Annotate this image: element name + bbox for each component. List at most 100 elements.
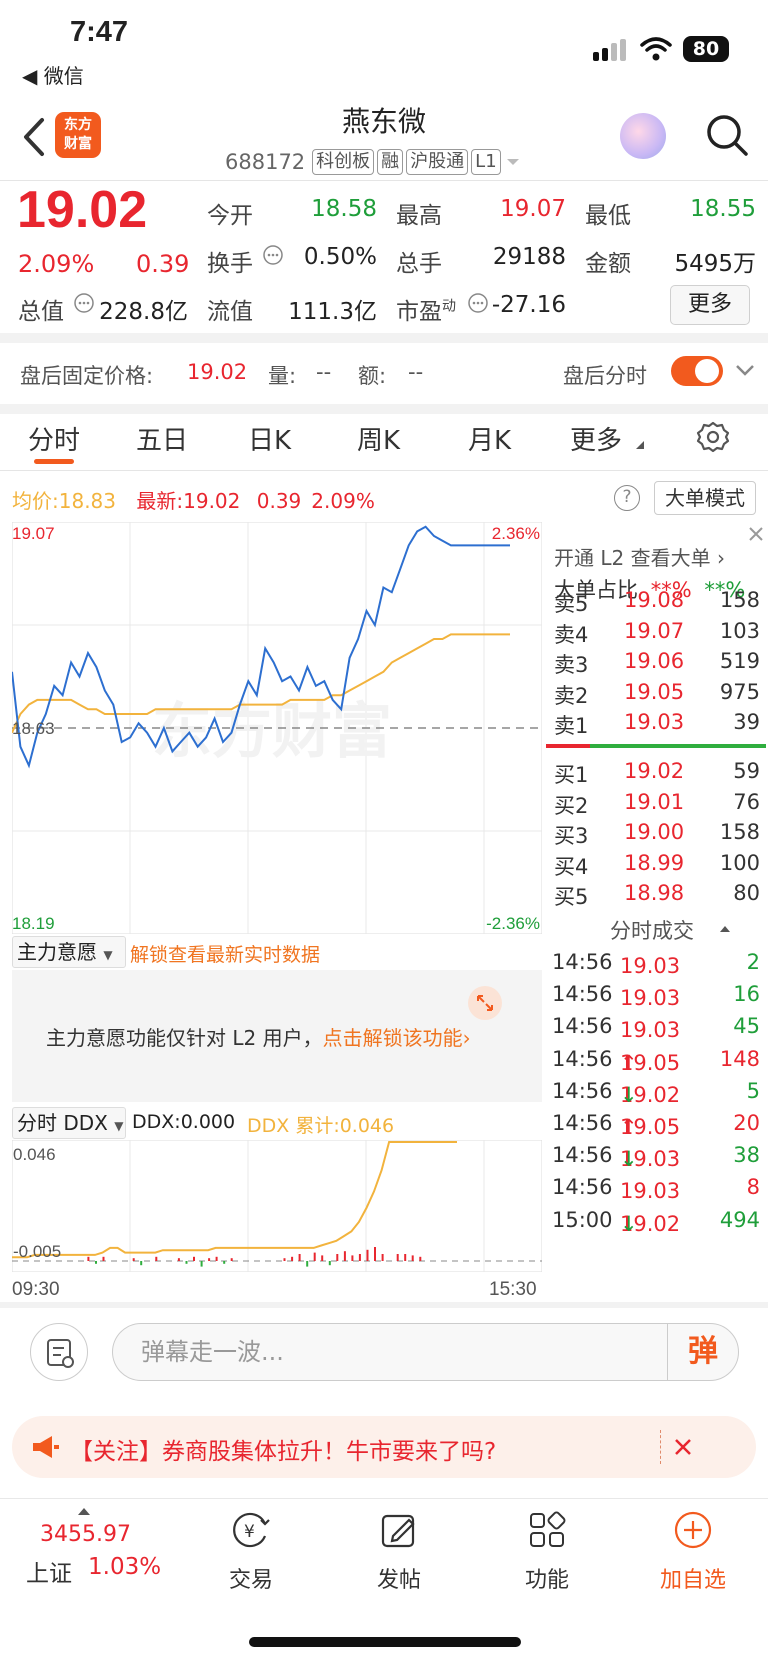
ddx-bar <box>291 1256 294 1261</box>
signal-icon <box>593 39 626 61</box>
x-axis-start: 09:30 <box>12 1279 60 1300</box>
tick-row: 14:56 19.03 ↓ 38 <box>552 1143 760 1172</box>
help-icon[interactable]: ? <box>614 485 640 511</box>
back-to-app-link[interactable]: ◀ 微信 <box>22 60 84 89</box>
tick-row: 14:56 19.03 16 <box>552 982 760 1011</box>
tab-monthly-k[interactable]: 月K <box>468 420 511 457</box>
asks-row[interactable]: 卖2 19.05 975 <box>544 676 768 708</box>
info-dots-icon[interactable] <box>73 292 95 314</box>
index-value[interactable]: 3455.97 <box>40 1522 131 1547</box>
caret-up-icon[interactable] <box>719 924 731 934</box>
tick-volume: 16 <box>733 982 760 1007</box>
ddx-axis-bottom: -0.005 <box>13 1242 61 1261</box>
big-order-mode-button[interactable]: 大单模式 <box>654 481 756 515</box>
asks-row[interactable]: 卖4 19.07 103 <box>544 615 768 647</box>
tab-weekly-k[interactable]: 周K <box>357 420 400 457</box>
ddx-bar <box>155 1256 158 1261</box>
ah-toggle-label: 盘后分时 <box>563 364 647 388</box>
change-percent: 2.09% <box>18 250 95 278</box>
stock-code: 688172 <box>225 150 306 174</box>
asks-row[interactable]: 卖5 19.08 158 <box>544 584 768 616</box>
asks-volume: 158 <box>719 588 760 612</box>
change-amount: 0.39 <box>136 250 190 278</box>
total-value: 228.8亿 <box>99 299 188 325</box>
bids-row[interactable]: 买3 19.00 158 <box>544 816 768 848</box>
bids-row[interactable]: 买1 19.02 59 <box>544 755 768 787</box>
y-axis-mid: 18.63 <box>12 719 55 738</box>
notice-text[interactable]: 【关注】券商股集体拉升！牛市要来了吗? <box>70 1432 496 1466</box>
ddx-bar <box>366 1249 369 1261</box>
y-axis-top: 19.07 <box>12 524 55 543</box>
x-axis-end: 15:30 <box>489 1279 537 1300</box>
asks-level: 卖2 <box>554 683 589 708</box>
ah-volume: -- <box>316 360 332 384</box>
tick-volume: 5 <box>746 1078 760 1103</box>
bids-row[interactable]: 买5 18.98 80 <box>544 877 768 909</box>
main-force-header: 主力意愿 ▼ 解锁查看最新实时数据 <box>12 936 542 970</box>
notice-banner[interactable]: 【关注】券商股集体拉升！牛市要来了吗? <box>12 1416 756 1478</box>
nav-add-watchlist[interactable]: 加自选 <box>628 1510 758 1594</box>
unlock-realtime-link[interactable]: 解锁查看最新实时数据 <box>130 940 320 967</box>
home-indicator <box>249 1637 521 1647</box>
ddx-bar <box>298 1254 301 1261</box>
open-label: 今开 <box>207 203 253 229</box>
intraday-chart[interactable]: 东方财富 19.07 18.63 18.19 2.36% -2.36% <box>12 522 542 934</box>
bids-row[interactable]: 买2 19.01 76 <box>544 786 768 818</box>
caret-down-icon[interactable] <box>504 155 522 169</box>
nav-trade[interactable]: ¥ 交易 <box>186 1510 316 1594</box>
turnover-value: 0.50% <box>303 244 377 270</box>
asks-row[interactable]: 卖3 19.06 519 <box>544 645 768 677</box>
chevron-down-icon[interactable] <box>734 362 756 378</box>
pe-label: 市盈动 <box>396 298 456 325</box>
notes-button[interactable] <box>30 1323 88 1381</box>
total-value-label: 总值 <box>18 299 64 325</box>
close-icon[interactable] <box>672 1436 694 1458</box>
tick-time: 14:56 <box>552 1175 613 1200</box>
bids-price: 18.99 <box>624 850 685 875</box>
asks-volume: 519 <box>719 649 760 673</box>
tab-intraday[interactable]: 分时 <box>28 420 80 457</box>
tick-time: 14:56 <box>552 982 613 1007</box>
main-force-selector[interactable]: 主力意愿 ▼ <box>12 936 126 968</box>
tick-time: 14:56 <box>552 1111 613 1135</box>
battery-icon: 80 <box>683 36 729 62</box>
bids-level: 买1 <box>554 763 589 787</box>
high-label: 最高 <box>396 203 442 229</box>
tab-five-day[interactable]: 五日 <box>136 420 188 457</box>
info-dots-icon[interactable] <box>262 244 284 266</box>
nav-functions[interactable]: 功能 <box>482 1510 612 1594</box>
danmaku-send-button[interactable]: 弹 <box>667 1323 739 1381</box>
low-value: 18.55 <box>690 196 756 222</box>
l2-promo-link[interactable]: 开通 L2 查看大单 › <box>554 542 725 571</box>
tick-volume: 38 <box>733 1143 760 1168</box>
bids-volume: 158 <box>719 820 760 844</box>
ddx-bar <box>381 1254 384 1261</box>
tab-daily-k[interactable]: 日K <box>248 420 291 457</box>
bids-row[interactable]: 买4 18.99 100 <box>544 847 768 879</box>
tab-more[interactable]: 更多 <box>570 420 622 457</box>
index-name[interactable]: 上证 <box>26 1554 72 1588</box>
ddx-selector[interactable]: 分时 DDX ▼ <box>12 1107 126 1139</box>
assistant-avatar[interactable] <box>620 113 666 159</box>
info-dots-icon[interactable] <box>467 292 489 314</box>
ddx-bar <box>230 1258 233 1261</box>
ddx-bar <box>185 1261 188 1264</box>
tick-volume: 148 <box>719 1046 760 1071</box>
asks-row[interactable]: 卖1 19.03 39 <box>544 706 768 738</box>
nav-post[interactable]: 发帖 <box>334 1510 464 1594</box>
float-value: 111.3亿 <box>288 299 377 325</box>
bids-price: 19.01 <box>624 789 685 814</box>
asks-level: 卖4 <box>554 622 589 647</box>
more-quote-button[interactable]: 更多 <box>670 285 750 325</box>
ddx-chart[interactable]: 0.046 -0.005 <box>12 1140 542 1272</box>
unlock-feature-link[interactable]: 点击解锁该功能› <box>323 1026 471 1050</box>
settings-gear-icon[interactable] <box>696 420 730 454</box>
index-pct[interactable]: 1.03% <box>88 1554 161 1580</box>
active-tab-indicator <box>34 459 74 464</box>
danmaku-input[interactable]: 弹幕走一波... <box>112 1323 667 1381</box>
expand-icon[interactable] <box>468 986 502 1020</box>
tag-margin: 融 <box>377 149 404 175</box>
tick-time: 14:56 <box>552 1143 613 1168</box>
search-icon[interactable] <box>704 112 750 158</box>
close-icon[interactable] <box>744 522 768 546</box>
